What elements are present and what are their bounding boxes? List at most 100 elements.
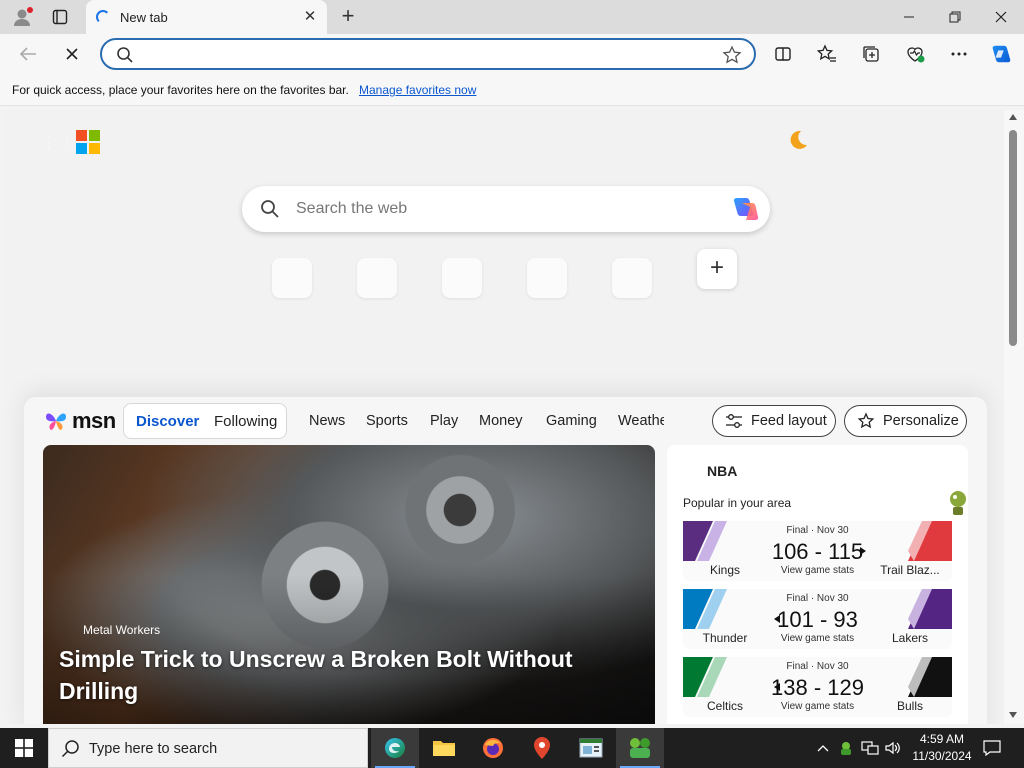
profile-icon[interactable]	[10, 6, 34, 28]
notifications-icon[interactable]	[980, 728, 1004, 768]
taskbar-search-box[interactable]: Type here to search	[48, 728, 368, 768]
game-score: 138 - 129	[771, 675, 864, 700]
feed-toggle: Discover Following	[123, 403, 287, 439]
window-app-icon	[579, 738, 603, 758]
start-button[interactable]	[0, 728, 48, 768]
edge-icon	[385, 738, 405, 758]
nav-news[interactable]: News	[309, 413, 345, 429]
new-tab-page: ⋮⋮ +	[4, 110, 1004, 724]
nav-money[interactable]: Money	[479, 413, 523, 429]
collections-icon[interactable]	[860, 43, 882, 65]
page-menu-icon[interactable]: ⋮⋮	[40, 132, 76, 153]
web-search-box[interactable]	[242, 186, 770, 232]
game-status: Final · Nov 30	[786, 661, 849, 672]
game-status: Final · Nov 30	[786, 593, 849, 604]
clock-date: 11/30/2024	[912, 749, 972, 763]
nav-gaming[interactable]: Gaming	[546, 413, 597, 429]
address-bar[interactable]	[100, 38, 756, 70]
location-pin-icon	[534, 737, 550, 759]
more-options-icon[interactable]	[948, 43, 970, 65]
show-hidden-icons-chevron[interactable]	[813, 728, 833, 768]
sports-subtitle: Popular in your area	[683, 496, 792, 510]
quick-link-tile[interactable]	[442, 258, 482, 298]
taskbar-clock[interactable]: 4:59 AM 11/30/2024	[908, 731, 976, 765]
clock-time: 4:59 AM	[919, 732, 965, 746]
search-icon	[117, 47, 133, 63]
folder-icon	[433, 741, 455, 756]
feed-layout-button[interactable]: Feed layout	[712, 405, 836, 437]
sports-scores-card: NBA Popular in your area Final · Nov 30 …	[667, 445, 968, 724]
manage-favorites-link[interactable]: Manage favorites now	[359, 83, 476, 97]
team-name-right: Lakers	[891, 631, 929, 645]
copilot-sidebar-icon[interactable]	[990, 43, 1012, 65]
quick-link-tile[interactable]	[357, 258, 397, 298]
moon-weather-icon[interactable]	[786, 128, 810, 152]
msn-feed: msn Discover Following News Sports Play …	[24, 397, 987, 724]
quick-link-tile[interactable]	[272, 258, 312, 298]
favorites-bar: For quick access, place your favorites h…	[0, 74, 1024, 106]
scroll-up-arrow-icon[interactable]	[1009, 114, 1017, 120]
search-icon	[61, 740, 79, 758]
stop-loading-button[interactable]	[58, 41, 86, 67]
game-score-row[interactable]: Final · Nov 30 106 - 115 View game stats…	[683, 521, 952, 581]
nav-sports[interactable]: Sports	[366, 413, 408, 429]
msn-butterfly-icon	[46, 413, 66, 430]
msn-logo-text: msn	[72, 408, 116, 433]
taskbar-search-text: Type here to search	[89, 741, 218, 757]
web-search-input[interactable]	[296, 199, 696, 219]
msn-logo[interactable]: msn	[44, 407, 116, 435]
tab-actions-icon[interactable]	[48, 6, 72, 28]
tab-following[interactable]: Following	[214, 413, 277, 430]
team-name-left: Thunder	[702, 631, 748, 645]
taskbar-game-button[interactable]	[616, 728, 664, 768]
bolt-image	[395, 451, 525, 569]
network-icon[interactable]	[859, 728, 881, 768]
tab-new-tab[interactable]: New tab ✕	[86, 0, 327, 34]
quick-link-tile[interactable]	[612, 258, 652, 298]
winner-arrow-icon	[774, 683, 780, 691]
game-score-row[interactable]: Final · Nov 30 138 - 129 View game stats…	[683, 657, 952, 717]
taskbar-edge-button[interactable]	[371, 728, 419, 768]
game-score-row[interactable]: Final · Nov 30 101 - 93 View game stats …	[683, 589, 952, 649]
team-name-left: Celtics	[706, 699, 743, 713]
feed-layout-label: Feed layout	[751, 413, 827, 429]
new-tab-button[interactable]: +	[336, 5, 360, 29]
restore-button[interactable]	[932, 4, 978, 30]
nav-weather[interactable]: Weathe	[618, 413, 664, 429]
game-characters-icon	[630, 738, 650, 758]
tray-app-icon[interactable]	[836, 728, 856, 768]
browser-essentials-icon[interactable]	[904, 43, 926, 65]
volume-icon[interactable]	[882, 728, 904, 768]
title-bar: New tab ✕ +	[0, 0, 1024, 34]
tab-discover[interactable]: Discover	[136, 413, 199, 430]
page-scrollbar[interactable]	[1004, 110, 1024, 724]
scroll-down-arrow-icon[interactable]	[1009, 712, 1017, 718]
hero-category[interactable]: Metal Workers	[83, 623, 160, 637]
taskbar-file-explorer-button[interactable]	[420, 728, 468, 768]
league-title[interactable]: NBA	[707, 463, 737, 479]
favorites-icon[interactable]	[816, 43, 838, 65]
taskbar-maps-button[interactable]	[518, 728, 566, 768]
copilot-icon[interactable]	[730, 195, 760, 223]
add-quick-link-button[interactable]: +	[697, 249, 737, 289]
address-input[interactable]	[140, 45, 700, 65]
personalize-button[interactable]: Personalize	[844, 405, 967, 437]
quick-link-tile[interactable]	[527, 258, 567, 298]
minimize-button[interactable]	[886, 4, 932, 30]
sliders-icon	[726, 414, 742, 428]
loading-spinner-icon	[96, 10, 110, 24]
windows-logo-icon	[15, 739, 33, 757]
nav-play[interactable]: Play	[430, 413, 458, 429]
close-window-button[interactable]	[978, 4, 1024, 30]
hero-article-card[interactable]: Metal Workers Simple Trick to Unscrew a …	[43, 445, 655, 724]
winner-arrow-icon	[860, 547, 866, 555]
back-button[interactable]	[14, 41, 42, 67]
close-tab-icon[interactable]: ✕	[301, 8, 319, 26]
taskbar-firefox-button[interactable]	[469, 728, 517, 768]
add-favorite-star-icon[interactable]	[722, 45, 742, 65]
taskbar-app-button[interactable]	[567, 728, 615, 768]
team-name-right: Bulls	[896, 699, 923, 713]
split-screen-icon[interactable]	[772, 43, 794, 65]
scrollbar-thumb[interactable]	[1009, 130, 1017, 346]
hero-title[interactable]: Simple Trick to Unscrew a Broken Bolt Wi…	[59, 643, 619, 707]
